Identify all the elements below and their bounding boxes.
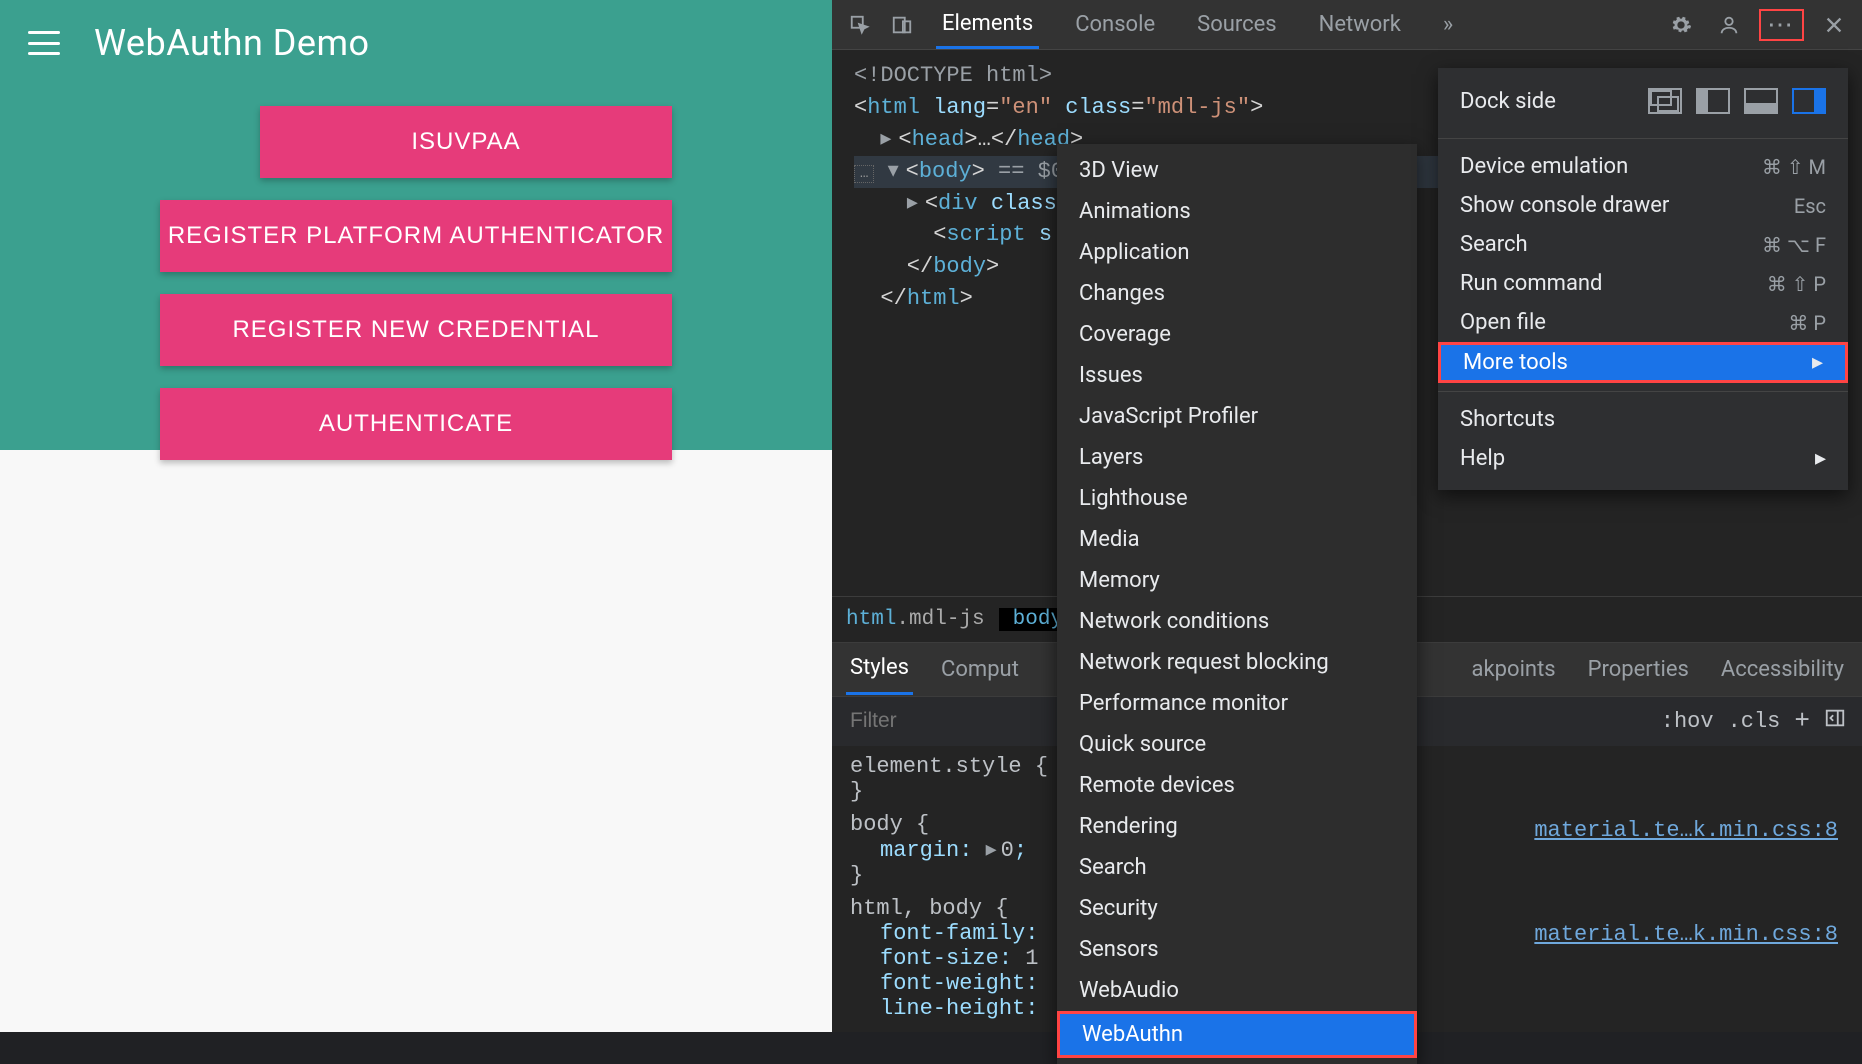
settings-gear-icon[interactable] (1663, 7, 1699, 43)
kebab-menu-button[interactable]: ⋯ (1759, 9, 1804, 41)
tab-styles[interactable]: Styles (846, 643, 913, 695)
tab-elements[interactable]: Elements (936, 0, 1039, 49)
submenu-memory[interactable]: Memory (1057, 560, 1417, 601)
app-header: WebAuthn Demo ISUVPAA REGISTER PLATFORM … (0, 0, 832, 450)
submenu-network-blocking[interactable]: Network request blocking (1057, 642, 1417, 683)
tab-network[interactable]: Network (1313, 0, 1407, 49)
submenu-3d-view[interactable]: 3D View (1057, 150, 1417, 191)
tab-properties[interactable]: Properties (1584, 657, 1693, 682)
close-devtools-icon[interactable] (1816, 7, 1852, 43)
submenu-perf-monitor[interactable]: Performance monitor (1057, 683, 1417, 724)
device-toggle-icon[interactable] (884, 7, 920, 43)
dock-left-icon[interactable] (1696, 88, 1730, 114)
authenticate-button[interactable]: AUTHENTICATE (160, 388, 672, 460)
menu-shortcuts[interactable]: Shortcuts (1438, 400, 1848, 439)
app-body (0, 450, 832, 1032)
register-platform-button[interactable]: REGISTER PLATFORM AUTHENTICATOR (160, 200, 672, 272)
menu-search[interactable]: Search⌘ ⌥ F (1438, 225, 1848, 264)
menu-more-tools[interactable]: More tools▸ (1438, 342, 1848, 383)
hamburger-menu-icon[interactable] (28, 31, 60, 55)
submenu-network-conditions[interactable]: Network conditions (1057, 601, 1417, 642)
submenu-animations[interactable]: Animations (1057, 191, 1417, 232)
menu-open-file[interactable]: Open file⌘ P (1438, 303, 1848, 342)
submenu-lighthouse[interactable]: Lighthouse (1057, 478, 1417, 519)
submenu-sensors[interactable]: Sensors (1057, 929, 1417, 970)
doctype: <!DOCTYPE html> (854, 63, 1052, 88)
submenu-quick-source[interactable]: Quick source (1057, 724, 1417, 765)
toggle-sidebar-icon[interactable] (1824, 707, 1846, 736)
menu-device-emulation[interactable]: Device emulation⌘ ⇧ M (1438, 147, 1848, 186)
hov-toggle[interactable]: :hov (1661, 709, 1714, 734)
submenu-media[interactable]: Media (1057, 519, 1417, 560)
app-title: WebAuthn Demo (94, 22, 370, 64)
submenu-security[interactable]: Security (1057, 888, 1417, 929)
submenu-webaudio[interactable]: WebAudio (1057, 970, 1417, 1011)
devtools-main-menu: Dock side Device emulation⌘ ⇧ M Show con… (1438, 68, 1848, 490)
dock-side-label: Dock side (1460, 89, 1556, 114)
menu-help[interactable]: Help▸ (1438, 439, 1848, 478)
app-panel: WebAuthn Demo ISUVPAA REGISTER PLATFORM … (0, 0, 832, 1032)
submenu-rendering[interactable]: Rendering (1057, 806, 1417, 847)
submenu-webauthn[interactable]: WebAuthn (1057, 1011, 1417, 1058)
menu-show-console-drawer[interactable]: Show console drawerEsc (1438, 186, 1848, 225)
tab-more[interactable]: » (1437, 0, 1459, 49)
inspect-element-icon[interactable] (842, 7, 878, 43)
submenu-changes[interactable]: Changes (1057, 273, 1417, 314)
tab-computed[interactable]: Comput (937, 657, 1023, 682)
cls-toggle[interactable]: .cls (1728, 709, 1781, 734)
menu-run-command[interactable]: Run command⌘ ⇧ P (1438, 264, 1848, 303)
submenu-js-profiler[interactable]: JavaScript Profiler (1057, 396, 1417, 437)
dock-undock-icon[interactable] (1648, 88, 1682, 114)
source-link[interactable]: material.te…k.min.css:8 (1534, 922, 1838, 947)
tab-console[interactable]: Console (1069, 0, 1161, 49)
submenu-application[interactable]: Application (1057, 232, 1417, 273)
source-link[interactable]: material.te…k.min.css:8 (1534, 818, 1838, 843)
more-tools-submenu: 3D View Animations Application Changes C… (1057, 144, 1417, 1064)
devtools-toolbar: Elements Console Sources Network » ⋯ (832, 0, 1862, 50)
submenu-layers[interactable]: Layers (1057, 437, 1417, 478)
submenu-remote-devices[interactable]: Remote devices (1057, 765, 1417, 806)
new-style-rule-icon[interactable]: + (1794, 706, 1810, 736)
tab-breakpoints[interactable]: akpoints (1468, 657, 1560, 682)
dock-right-icon[interactable] (1792, 88, 1826, 114)
tab-sources[interactable]: Sources (1191, 0, 1283, 49)
account-icon[interactable] (1711, 7, 1747, 43)
submenu-search[interactable]: Search (1057, 847, 1417, 888)
isuvpaa-button[interactable]: ISUVPAA (260, 106, 672, 178)
register-credential-button[interactable]: REGISTER NEW CREDENTIAL (160, 294, 672, 366)
submenu-coverage[interactable]: Coverage (1057, 314, 1417, 355)
dock-bottom-icon[interactable] (1744, 88, 1778, 114)
submenu-issues[interactable]: Issues (1057, 355, 1417, 396)
tab-accessibility[interactable]: Accessibility (1717, 657, 1848, 682)
